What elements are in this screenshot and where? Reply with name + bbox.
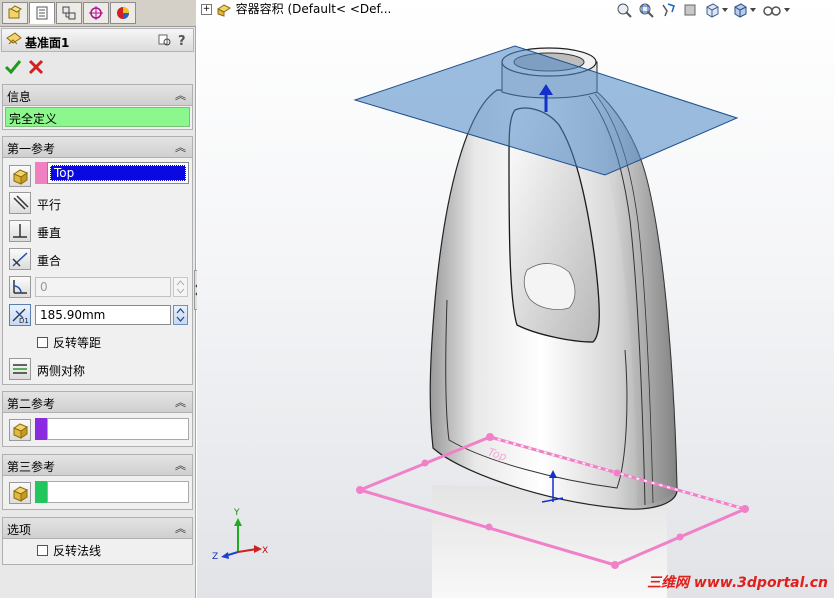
tab-dimxpert-manager[interactable] xyxy=(83,2,109,24)
dropdown-arrow-icon[interactable] xyxy=(782,2,792,18)
second-reference-header[interactable]: 第二参考 ︽ xyxy=(3,392,192,413)
angle-input[interactable]: 0 xyxy=(35,277,171,297)
collapse-chevron-icon[interactable]: ︽ xyxy=(175,394,186,410)
collapse-chevron-icon[interactable]: ︽ xyxy=(175,139,186,155)
first-reference-selected-item[interactable]: Top xyxy=(50,165,186,181)
tab-display-manager[interactable] xyxy=(110,2,136,24)
first-reference-title: 第一参考 xyxy=(7,142,56,156)
tab-configuration-manager[interactable] xyxy=(56,2,82,24)
svg-text:?: ? xyxy=(178,34,186,47)
watermark-text: 三维网 www.3dportal.cn xyxy=(647,575,828,591)
reference-entity-icon xyxy=(9,419,31,441)
feature-tree-icon xyxy=(8,5,22,19)
previous-view-icon[interactable] xyxy=(660,2,676,18)
info-group: 信息 ︽ 完全定义 xyxy=(2,84,193,130)
svg-text:D1: D1 xyxy=(19,317,29,325)
expand-tree-icon[interactable]: + xyxy=(201,4,212,15)
flip-normal-label[interactable]: 反转法线 xyxy=(53,542,101,559)
first-reference-header[interactable]: 第一参考 ︽ xyxy=(3,137,192,158)
info-group-header[interactable]: 信息 ︽ xyxy=(3,85,192,106)
third-reference-group: 第三参考 ︽ xyxy=(2,454,193,510)
collapse-chevron-icon[interactable]: ︽ xyxy=(175,520,186,536)
offset-distance-spinner[interactable] xyxy=(173,305,188,325)
ok-check-icon[interactable] xyxy=(4,58,22,76)
part-icon xyxy=(216,3,231,17)
display-pie-icon xyxy=(117,7,129,19)
first-reference-group: 第一参考 ︽ Top 平行 垂直 重合 0 D1 185.90mm 反转等距 两… xyxy=(2,136,193,385)
tab-feature-manager[interactable] xyxy=(2,2,28,24)
triad-x-label: X xyxy=(262,546,269,556)
cancel-x-icon[interactable] xyxy=(28,59,44,75)
plane-feature-icon xyxy=(6,32,22,45)
graphics-viewport[interactable]: Top Y X Z + 容器容积 (Default< <Def... 三维网 w… xyxy=(197,0,834,598)
zoom-to-area-icon[interactable] xyxy=(638,2,654,18)
offset-distance-input[interactable]: 185.90mm xyxy=(35,305,171,325)
manager-tab-bar xyxy=(0,0,196,27)
info-group-title: 信息 xyxy=(7,90,32,104)
zoom-to-fit-icon[interactable] xyxy=(616,2,632,18)
view-orientation-icon[interactable] xyxy=(704,2,720,18)
status-text: 完全定义 xyxy=(9,112,58,126)
offset-distance-icon[interactable]: D1 xyxy=(9,304,31,326)
options-group-title: 选项 xyxy=(7,523,32,537)
angle-value: 0 xyxy=(40,280,48,294)
triad-y-label: Y xyxy=(234,508,240,518)
parallel-label[interactable]: 平行 xyxy=(37,196,61,213)
help-icon[interactable]: ? xyxy=(176,33,188,47)
part-name[interactable]: 容器容积 (Default< <Def... xyxy=(236,2,392,16)
display-style-icon[interactable] xyxy=(732,2,748,18)
dropdown-arrow-icon[interactable] xyxy=(720,2,730,18)
parallel-icon[interactable] xyxy=(9,192,31,214)
reference-color-swatch xyxy=(35,162,47,184)
property-sheet-icon xyxy=(36,6,48,20)
property-manager-panel: 基准面1 ? 信息 ︽ 完全定义 第一参考 ︽ Top 平行 垂直 重合 0 D… xyxy=(0,0,196,598)
offset-distance-value: 185.90mm xyxy=(40,308,106,322)
mid-plane-label[interactable]: 两侧对称 xyxy=(37,362,85,379)
mid-plane-icon[interactable] xyxy=(9,358,31,380)
flip-offset-checkbox[interactable] xyxy=(37,337,48,348)
collapse-chevron-icon[interactable]: ︽ xyxy=(175,457,186,473)
reference-entity-icon xyxy=(9,165,31,187)
tab-property-manager[interactable] xyxy=(29,2,55,24)
coincident-label[interactable]: 重合 xyxy=(37,252,61,269)
dimxpert-icon xyxy=(89,6,103,20)
second-reference-selection-box[interactable] xyxy=(47,418,189,440)
perpendicular-icon[interactable] xyxy=(9,220,31,242)
collapse-chevron-icon[interactable]: ︽ xyxy=(175,87,186,103)
heads-up-view-toolbar xyxy=(616,2,830,18)
flyout-feature-tree[interactable]: + 容器容积 (Default< <Def... xyxy=(201,0,391,17)
first-reference-selection-box[interactable]: Top xyxy=(47,162,189,184)
property-manager-title: 基准面1 xyxy=(25,36,70,50)
section-view-icon[interactable] xyxy=(682,2,698,18)
third-reference-header[interactable]: 第三参考 ︽ xyxy=(3,455,192,476)
dropdown-arrow-icon[interactable] xyxy=(748,2,758,18)
status-box: 完全定义 xyxy=(5,107,190,127)
detailed-preview-icon[interactable] xyxy=(158,33,172,47)
perpendicular-label[interactable]: 垂直 xyxy=(37,224,61,241)
model-scene: Top xyxy=(221,45,750,598)
flip-normal-checkbox[interactable] xyxy=(37,545,48,556)
angle-spinner[interactable] xyxy=(173,277,188,297)
options-group-header[interactable]: 选项 ︽ xyxy=(3,518,192,539)
second-reference-title: 第二参考 xyxy=(7,397,56,411)
reference-entity-icon xyxy=(9,482,31,504)
angle-icon[interactable] xyxy=(9,276,31,298)
configuration-icon xyxy=(62,6,76,20)
third-reference-selection-box[interactable] xyxy=(47,481,189,503)
coincident-icon[interactable] xyxy=(9,248,31,270)
reference-color-swatch xyxy=(35,418,47,440)
triad-z-label: Z xyxy=(212,552,219,562)
view-orientation-triad xyxy=(221,518,262,559)
property-manager-header: 基准面1 ? xyxy=(1,28,194,52)
flip-offset-label[interactable]: 反转等距 xyxy=(53,334,101,351)
second-reference-group: 第二参考 ︽ xyxy=(2,391,193,447)
ok-cancel-bar xyxy=(0,54,196,80)
options-group: 选项 ︽ 反转法线 xyxy=(2,517,193,565)
hide-show-items-icon[interactable] xyxy=(762,2,782,18)
reference-color-swatch xyxy=(35,481,47,503)
third-reference-title: 第三参考 xyxy=(7,460,56,474)
